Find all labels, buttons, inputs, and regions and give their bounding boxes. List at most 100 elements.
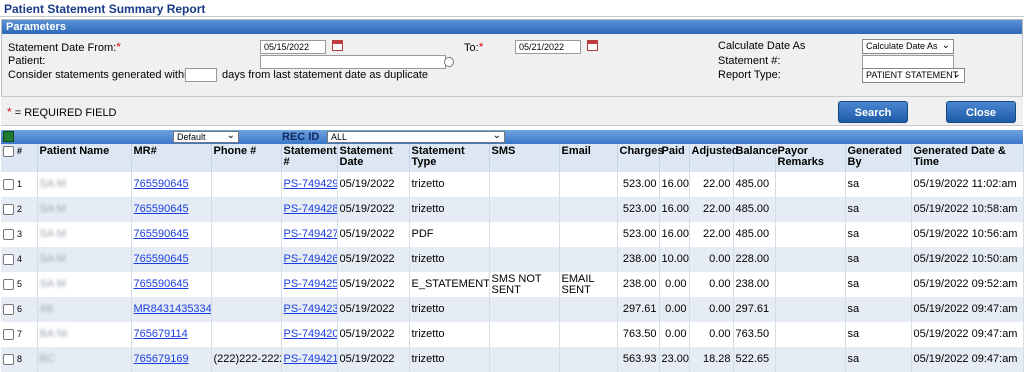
row-checkbox[interactable]	[3, 178, 14, 190]
statement-number-cell[interactable]: PS-749427	[281, 222, 338, 247]
statement-number-cell[interactable]: PS-749423	[281, 297, 338, 322]
mr-cell[interactable]: 765590645	[131, 172, 212, 197]
row-select-cell[interactable]: 1	[1, 172, 38, 197]
col-email[interactable]: Email	[559, 144, 618, 172]
statement-date-from-input[interactable]: 05/15/2022	[260, 40, 326, 54]
table-row[interactable]: 8 BC 765679169 (222)222-2222 PS-749421 05/19/…	[1, 347, 1024, 372]
table-row[interactable]: 4 SA M 765590645 PS-749426 05/19/2022 trizett…	[1, 247, 1024, 272]
row-select-cell[interactable]: 6	[1, 297, 38, 322]
patient-input[interactable]	[260, 55, 446, 69]
phone-cell	[211, 222, 282, 247]
row-checkbox[interactable]	[3, 228, 14, 240]
table-row[interactable]: 5 SA M 765590645 PS-749425 05/19/2022 E_STATE…	[1, 272, 1024, 297]
row-select-cell[interactable]: 8	[1, 347, 38, 372]
row-checkbox[interactable]	[3, 353, 14, 365]
row-select-cell[interactable]: 2	[1, 197, 38, 222]
mr-link[interactable]: 765679114	[134, 328, 188, 340]
row-checkbox[interactable]	[3, 278, 14, 290]
calculate-date-select[interactable]: Calculate Date As ⌄	[862, 39, 954, 54]
row-checkbox[interactable]	[3, 203, 14, 215]
statement-link[interactable]: PS-749428	[284, 203, 337, 215]
col-phone[interactable]: Phone #	[211, 144, 282, 172]
statement-number-cell[interactable]: PS-749428	[281, 197, 338, 222]
mr-cell[interactable]: 765679169	[131, 347, 212, 372]
row-number: 4	[17, 254, 23, 265]
col-charges[interactable]: Charges	[617, 144, 664, 172]
report-type-select[interactable]: PATIENT STATEMENT ⌄	[862, 68, 965, 83]
mr-cell[interactable]: 765679114	[131, 322, 212, 347]
statement-link[interactable]: PS-749420	[284, 328, 337, 340]
search-button[interactable]: Search	[838, 101, 908, 123]
statement-link[interactable]: PS-749421	[284, 353, 337, 365]
statement-number-cell[interactable]: PS-749421	[281, 347, 338, 372]
balance-cell: 763.50	[733, 322, 776, 347]
calendar-icon[interactable]	[587, 40, 598, 51]
mr-cell[interactable]: 765590645	[131, 197, 212, 222]
statement-link[interactable]: PS-749425	[284, 278, 337, 290]
mr-link[interactable]: MR84314353344	[134, 303, 211, 315]
col-mr[interactable]: MR#	[131, 144, 212, 172]
row-checkbox[interactable]	[3, 253, 14, 265]
mr-link[interactable]: 765590645	[134, 228, 189, 240]
generated-date-cell: 05/19/2022 09:47:am	[911, 297, 1024, 322]
duplicate-days-input[interactable]	[185, 68, 217, 82]
row-select-cell[interactable]: 4	[1, 247, 38, 272]
mr-link[interactable]: 765679169	[134, 353, 189, 365]
charges-cell: 523.00	[617, 197, 660, 222]
statement-number-cell[interactable]: PS-749420	[281, 322, 338, 347]
mr-link[interactable]: 765590645	[134, 253, 189, 265]
statement-link[interactable]: PS-749426	[284, 253, 337, 265]
table-row[interactable]: 3 SA M 765590645 PS-749427 05/19/2022 PDF 523.…	[1, 222, 1024, 247]
row-select-cell[interactable]: 7	[1, 322, 38, 347]
col-statement-number[interactable]: Statement #	[281, 144, 338, 172]
select-all-header[interactable]: #	[1, 144, 38, 172]
rec-id-select[interactable]: ALL ⌄	[327, 131, 505, 143]
col-payor-remarks[interactable]: Payor Remarks	[775, 144, 846, 172]
mr-cell[interactable]: 765590645	[131, 247, 212, 272]
sms-cell	[489, 197, 560, 222]
close-button[interactable]: Close	[946, 101, 1016, 123]
view-select[interactable]: Default ⌄	[173, 131, 239, 143]
select-all-checkbox[interactable]	[3, 146, 14, 157]
payor-remarks-cell	[775, 322, 846, 347]
table-row[interactable]: 1 SA M 765590645 PS-749429 05/19/2022 trizett…	[1, 172, 1024, 197]
col-statement-date[interactable]: Statement Date	[337, 144, 410, 172]
statement-date-to-input[interactable]: 05/21/2022	[515, 40, 581, 54]
col-balance[interactable]: Balance	[733, 144, 778, 172]
statement-number-input[interactable]	[862, 55, 954, 69]
col-adjusted[interactable]: Adjusted	[689, 144, 739, 172]
mr-link[interactable]: 765590645	[134, 278, 189, 290]
phone-cell	[211, 297, 282, 322]
mr-cell[interactable]: 765590645	[131, 222, 212, 247]
row-select-cell[interactable]: 3	[1, 222, 38, 247]
mr-cell[interactable]: 765590645	[131, 272, 212, 297]
excel-export-icon[interactable]	[3, 131, 14, 142]
charges-cell: 238.00	[617, 272, 660, 297]
paid-cell: 16.00	[659, 172, 690, 197]
col-statement-type[interactable]: Statement Type	[409, 144, 490, 172]
calendar-icon[interactable]	[332, 40, 343, 51]
table-row[interactable]: 7 BA NI 765679114 PS-749420 05/19/2022 trizet…	[1, 322, 1024, 347]
table-row[interactable]: 6 Ab MR84314353344 PS-749423 05/19/2022 trize…	[1, 297, 1024, 322]
payor-remarks-cell	[775, 347, 846, 372]
mr-link[interactable]: 765590645	[134, 203, 189, 215]
generated-date-cell: 05/19/2022 10:56:am	[911, 222, 1024, 247]
col-generated-by[interactable]: Generated By	[845, 144, 912, 172]
statement-number-cell[interactable]: PS-749429	[281, 172, 338, 197]
row-select-cell[interactable]: 5	[1, 272, 38, 297]
statement-link[interactable]: PS-749429	[284, 178, 337, 190]
mr-cell[interactable]: MR84314353344	[131, 297, 212, 322]
statement-number-cell[interactable]: PS-749425	[281, 272, 338, 297]
table-row[interactable]: 2 SA M 765590645 PS-749428 05/19/2022 trizett…	[1, 197, 1024, 222]
col-patient-name[interactable]: Patient Name	[37, 144, 132, 172]
statement-link[interactable]: PS-749427	[284, 228, 337, 240]
col-generated-date[interactable]: Generated Date & Time	[911, 144, 1024, 172]
col-paid[interactable]: Paid	[659, 144, 690, 172]
col-sms[interactable]: SMS	[489, 144, 560, 172]
statement-link[interactable]: PS-749423	[284, 303, 337, 315]
row-checkbox[interactable]	[3, 303, 14, 315]
mr-link[interactable]: 765590645	[134, 178, 189, 190]
statement-number-cell[interactable]: PS-749426	[281, 247, 338, 272]
patient-search-icon[interactable]	[444, 57, 454, 67]
row-checkbox[interactable]	[3, 328, 14, 340]
